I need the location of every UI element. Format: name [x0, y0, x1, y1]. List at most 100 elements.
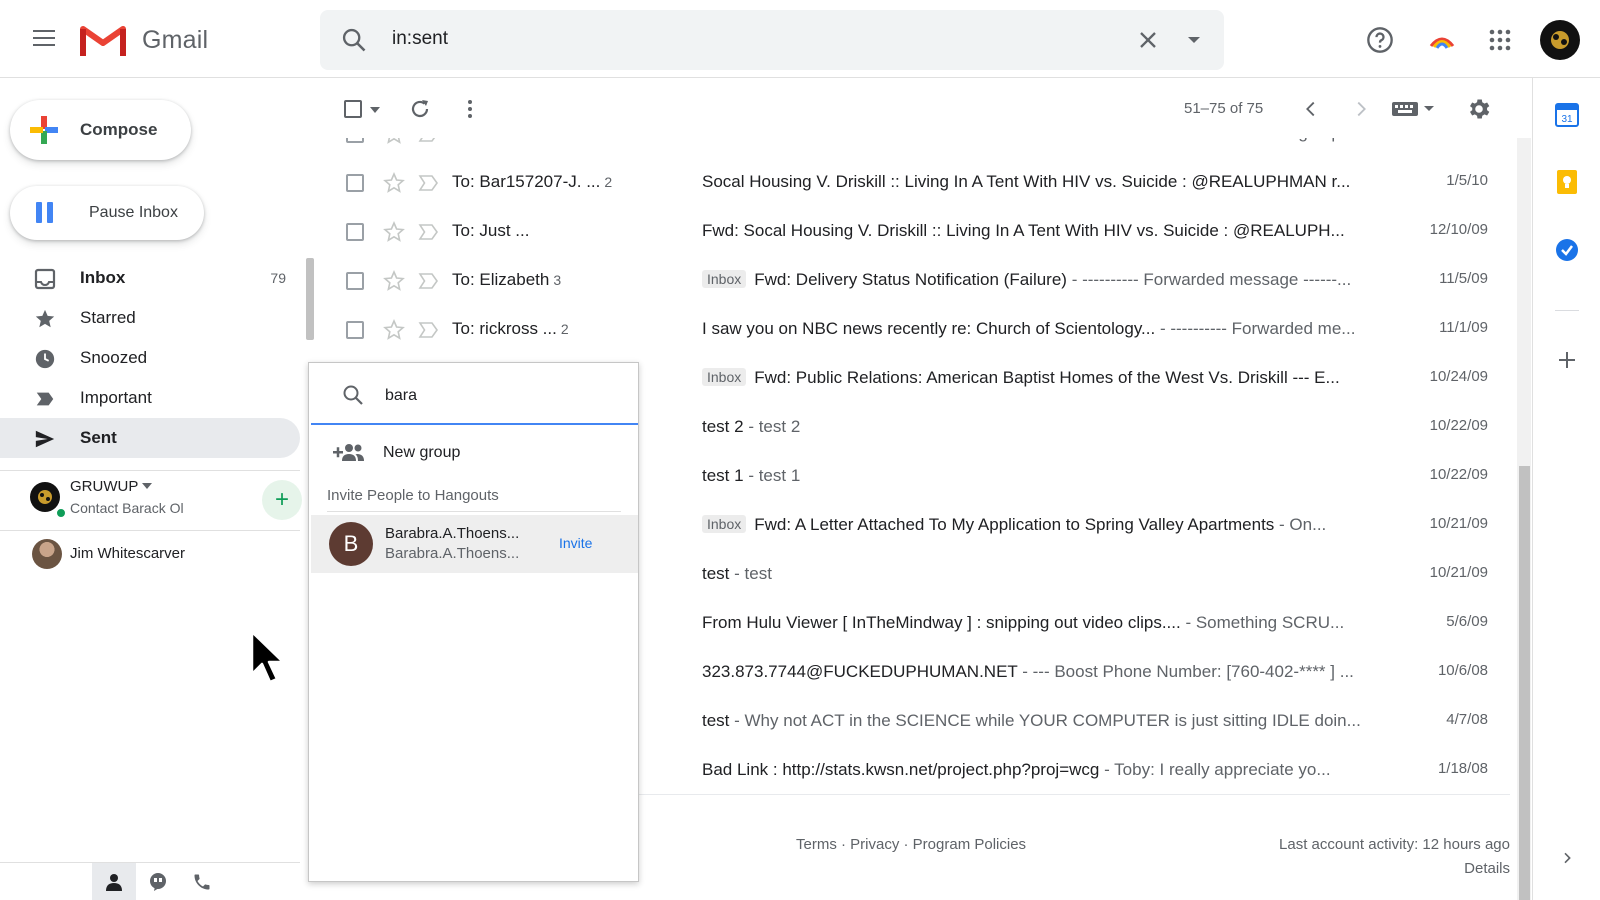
row-subject: test 1 [702, 466, 744, 485]
row-date: 5/6/09 [1446, 613, 1488, 630]
row-checkbox[interactable] [346, 174, 364, 192]
rainbow-addon-icon[interactable] [1422, 20, 1462, 60]
side-panel-divider [1555, 310, 1579, 311]
chevron-right-icon[interactable] [1350, 98, 1372, 120]
important-marker-icon[interactable] [418, 222, 440, 247]
row-content: Contact Dr. Drew Re Lidre - CNN CNN SWIT… [702, 138, 1372, 143]
more-vert-icon[interactable] [458, 97, 482, 121]
row-content: test 2 - test 2 [702, 417, 1372, 437]
row-subject: 323.873.7744@FUCKEDUPHUMAN.NET [702, 662, 1018, 681]
gmail-logo[interactable]: Gmail [80, 20, 208, 60]
row-content: 323.873.7744@FUCKEDUPHUMAN.NET - --- Boo… [702, 662, 1372, 682]
apps-grid-icon[interactable] [1480, 20, 1520, 60]
search-options-caret-icon[interactable] [1186, 32, 1202, 48]
row-subject: Socal Housing V. Driskill :: Living In A… [702, 172, 1351, 191]
main-menu-button[interactable] [24, 18, 64, 58]
hangouts-my-name[interactable]: GRUWUP [70, 478, 138, 495]
chevron-right-icon[interactable] [1553, 844, 1581, 872]
row-checkbox[interactable] [346, 138, 364, 143]
search-query-text[interactable]: in:sent [392, 28, 448, 50]
phone-tab[interactable] [180, 863, 224, 900]
sidebar-item-snoozed[interactable]: Snoozed [0, 338, 300, 378]
people-search-input[interactable]: bara [385, 387, 417, 405]
important-marker-icon[interactable] [418, 320, 440, 345]
inbox-label-badge[interactable]: Inbox [702, 368, 747, 386]
star-icon[interactable] [382, 318, 406, 347]
contacts-tab[interactable] [92, 863, 136, 900]
new-group-button[interactable]: New group [309, 431, 640, 475]
sidebar-item-sent[interactable]: Sent [0, 418, 300, 458]
thread-count: 2 [545, 138, 553, 141]
search-icon[interactable] [340, 26, 368, 54]
mail-search-bar[interactable]: in:sent [320, 10, 1224, 70]
row-snippet: - test 2 [743, 417, 801, 436]
close-icon[interactable] [1134, 26, 1162, 54]
select-all-checkbox[interactable] [344, 100, 362, 118]
thread-count: 2 [604, 174, 613, 190]
row-checkbox[interactable] [346, 223, 364, 241]
phone-icon [194, 874, 210, 890]
row-date: 10/22/09 [1429, 417, 1488, 434]
star-icon[interactable] [382, 138, 406, 151]
row-snippet: - ---------- Forwarded me... [1155, 319, 1356, 338]
compose-button[interactable]: Compose [10, 100, 191, 160]
tasks-icon[interactable] [1553, 236, 1581, 264]
email-row[interactable]: To: Elizabeth 3 Inbox Fwd: Delivery Status … [320, 255, 1510, 305]
details-link[interactable]: Details [1464, 860, 1510, 877]
main-scrollbar-thumb[interactable] [1519, 466, 1530, 900]
important-marker-icon[interactable] [418, 173, 440, 198]
row-snippet: - Why not ACT in the SCIENCE while YOUR … [729, 711, 1361, 730]
email-row[interactable]: To: Dr.Drew 2 Contact Dr. Drew Re Lidre - … [320, 138, 1510, 158]
row-date: 11/5/09 [1439, 270, 1488, 287]
important-marker-icon[interactable] [418, 138, 440, 149]
account-avatar[interactable] [1540, 20, 1580, 60]
email-row[interactable]: To: Just ... Fwd: Socal Housing V. Driski… [320, 206, 1510, 256]
inbox-label-badge[interactable]: Inbox [702, 515, 747, 533]
contact-name: Jim Whitescarver [70, 545, 186, 562]
hangouts-my-avatar[interactable] [30, 482, 60, 512]
pause-inbox-button[interactable]: Pause Inbox [10, 186, 204, 240]
email-row[interactable]: To: Bar157207-J. ... 2 Socal Housing V. Dr… [320, 157, 1510, 207]
footer-links[interactable]: Terms · Privacy · Program Policies [796, 836, 1026, 853]
sidebar-item-important[interactable]: Important [0, 378, 300, 418]
star-icon[interactable] [382, 220, 406, 249]
chevron-left-icon[interactable] [1300, 98, 1322, 120]
hangouts-contact-item[interactable]: Jim Whitescarver [0, 530, 300, 574]
refresh-icon[interactable] [408, 97, 432, 121]
hangouts-status-message[interactable]: Contact Barack Ol [70, 500, 184, 516]
important-marker-icon[interactable] [418, 271, 440, 296]
row-date: 4/7/08 [1446, 711, 1488, 728]
chevron-down-icon[interactable] [142, 482, 152, 490]
add-addon-plus-icon[interactable] [1553, 346, 1581, 374]
keep-icon[interactable] [1553, 168, 1581, 196]
row-subject: I saw you on NBC news recently re: Churc… [702, 319, 1156, 338]
help-icon[interactable] [1360, 20, 1400, 60]
new-conversation-button[interactable]: + [262, 480, 302, 520]
email-row[interactable]: To: rickross ... 2 I saw you on NBC news r… [320, 304, 1510, 354]
inbox-label-badge[interactable]: Inbox [702, 270, 747, 288]
people-search-field[interactable]: bara [311, 365, 638, 425]
star-icon[interactable] [382, 171, 406, 200]
gear-icon[interactable] [1466, 96, 1492, 122]
row-snippet: - --- Boost Phone Number: [760-402-**** … [1017, 662, 1354, 681]
gmail-m-icon [80, 26, 126, 56]
star-icon[interactable] [382, 269, 406, 298]
sidebar-item-starred[interactable]: Starred [0, 298, 300, 338]
sidebar-scrollbar[interactable] [306, 258, 314, 340]
keyboard-icon[interactable] [1392, 100, 1436, 118]
row-date: 10/6/08 [1437, 662, 1488, 679]
recipient-text: To: rickross ... [452, 319, 557, 338]
calendar-icon[interactable]: 31 [1553, 100, 1581, 128]
sidebar-item-label: Starred [80, 308, 136, 327]
row-content: test 1 - test 1 [702, 466, 1372, 486]
row-subject: Fwd: Socal Housing V. Driskill :: Living… [702, 221, 1345, 240]
chevron-down-icon[interactable] [370, 106, 380, 114]
row-checkbox[interactable] [346, 272, 364, 290]
search-result-contact[interactable]: B Barabra.A.Thoens... Barabra.A.Thoens..… [311, 515, 638, 573]
conversations-tab[interactable] [136, 863, 180, 900]
invite-button[interactable]: Invite [559, 535, 592, 551]
row-content: Bad Link : http://stats.kwsn.net/project… [702, 760, 1372, 780]
sidebar-item-inbox[interactable]: Inbox 79 [0, 258, 300, 298]
hangouts-divider [0, 470, 300, 471]
row-checkbox[interactable] [346, 321, 364, 339]
